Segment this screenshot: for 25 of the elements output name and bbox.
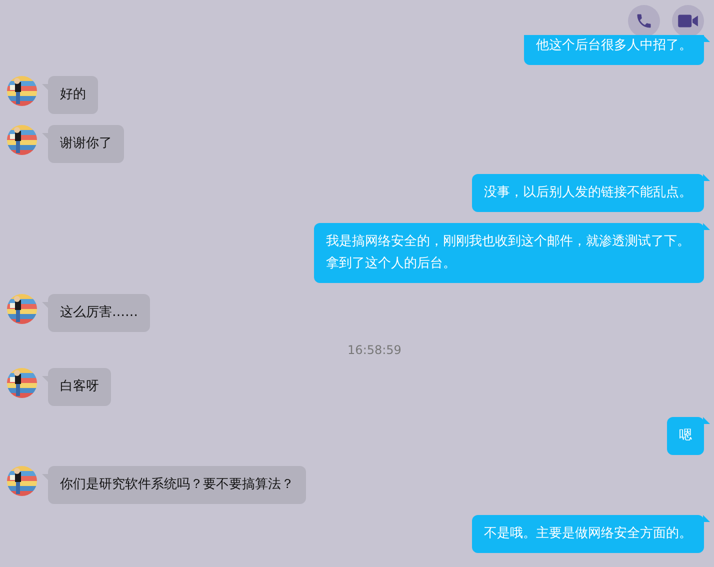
avatar xyxy=(7,466,37,496)
bubble-tail xyxy=(703,174,710,181)
avatar xyxy=(7,76,37,106)
avatar xyxy=(7,125,37,155)
message-bubble: 谢谢你了 xyxy=(48,125,124,163)
message-bubble: 嗯 xyxy=(667,417,704,455)
message-bubble: 你们是研究软件系统吗？要不要搞算法？ xyxy=(48,466,306,504)
bubble-tail xyxy=(703,35,710,42)
timestamp: 16:58:59 xyxy=(348,343,402,357)
voice-call-button[interactable] xyxy=(628,5,660,37)
avatar xyxy=(7,294,37,324)
bubble-tail xyxy=(703,417,710,424)
video-camera-icon xyxy=(677,12,699,30)
phone-icon xyxy=(635,12,653,30)
avatar xyxy=(7,368,37,398)
message-bubble: 这么厉害…… xyxy=(48,294,150,332)
message-bubble: 不是哦。主要是做网络安全方面的。 xyxy=(472,515,704,553)
message-bubble: 他这个后台很多人中招了。 xyxy=(524,35,704,65)
video-call-button[interactable] xyxy=(672,5,704,37)
message-bubble: 白客呀 xyxy=(48,368,111,406)
message-bubble: 我是搞网络安全的，刚刚我也收到这个邮件，就渗透测试了下。拿到了这个人的后台。 xyxy=(314,223,704,283)
bubble-tail xyxy=(703,515,710,522)
message-bubble: 好的 xyxy=(48,76,98,114)
message-bubble: 没事，以后别人发的链接不能乱点。 xyxy=(472,174,704,212)
bubble-tail xyxy=(703,223,710,230)
